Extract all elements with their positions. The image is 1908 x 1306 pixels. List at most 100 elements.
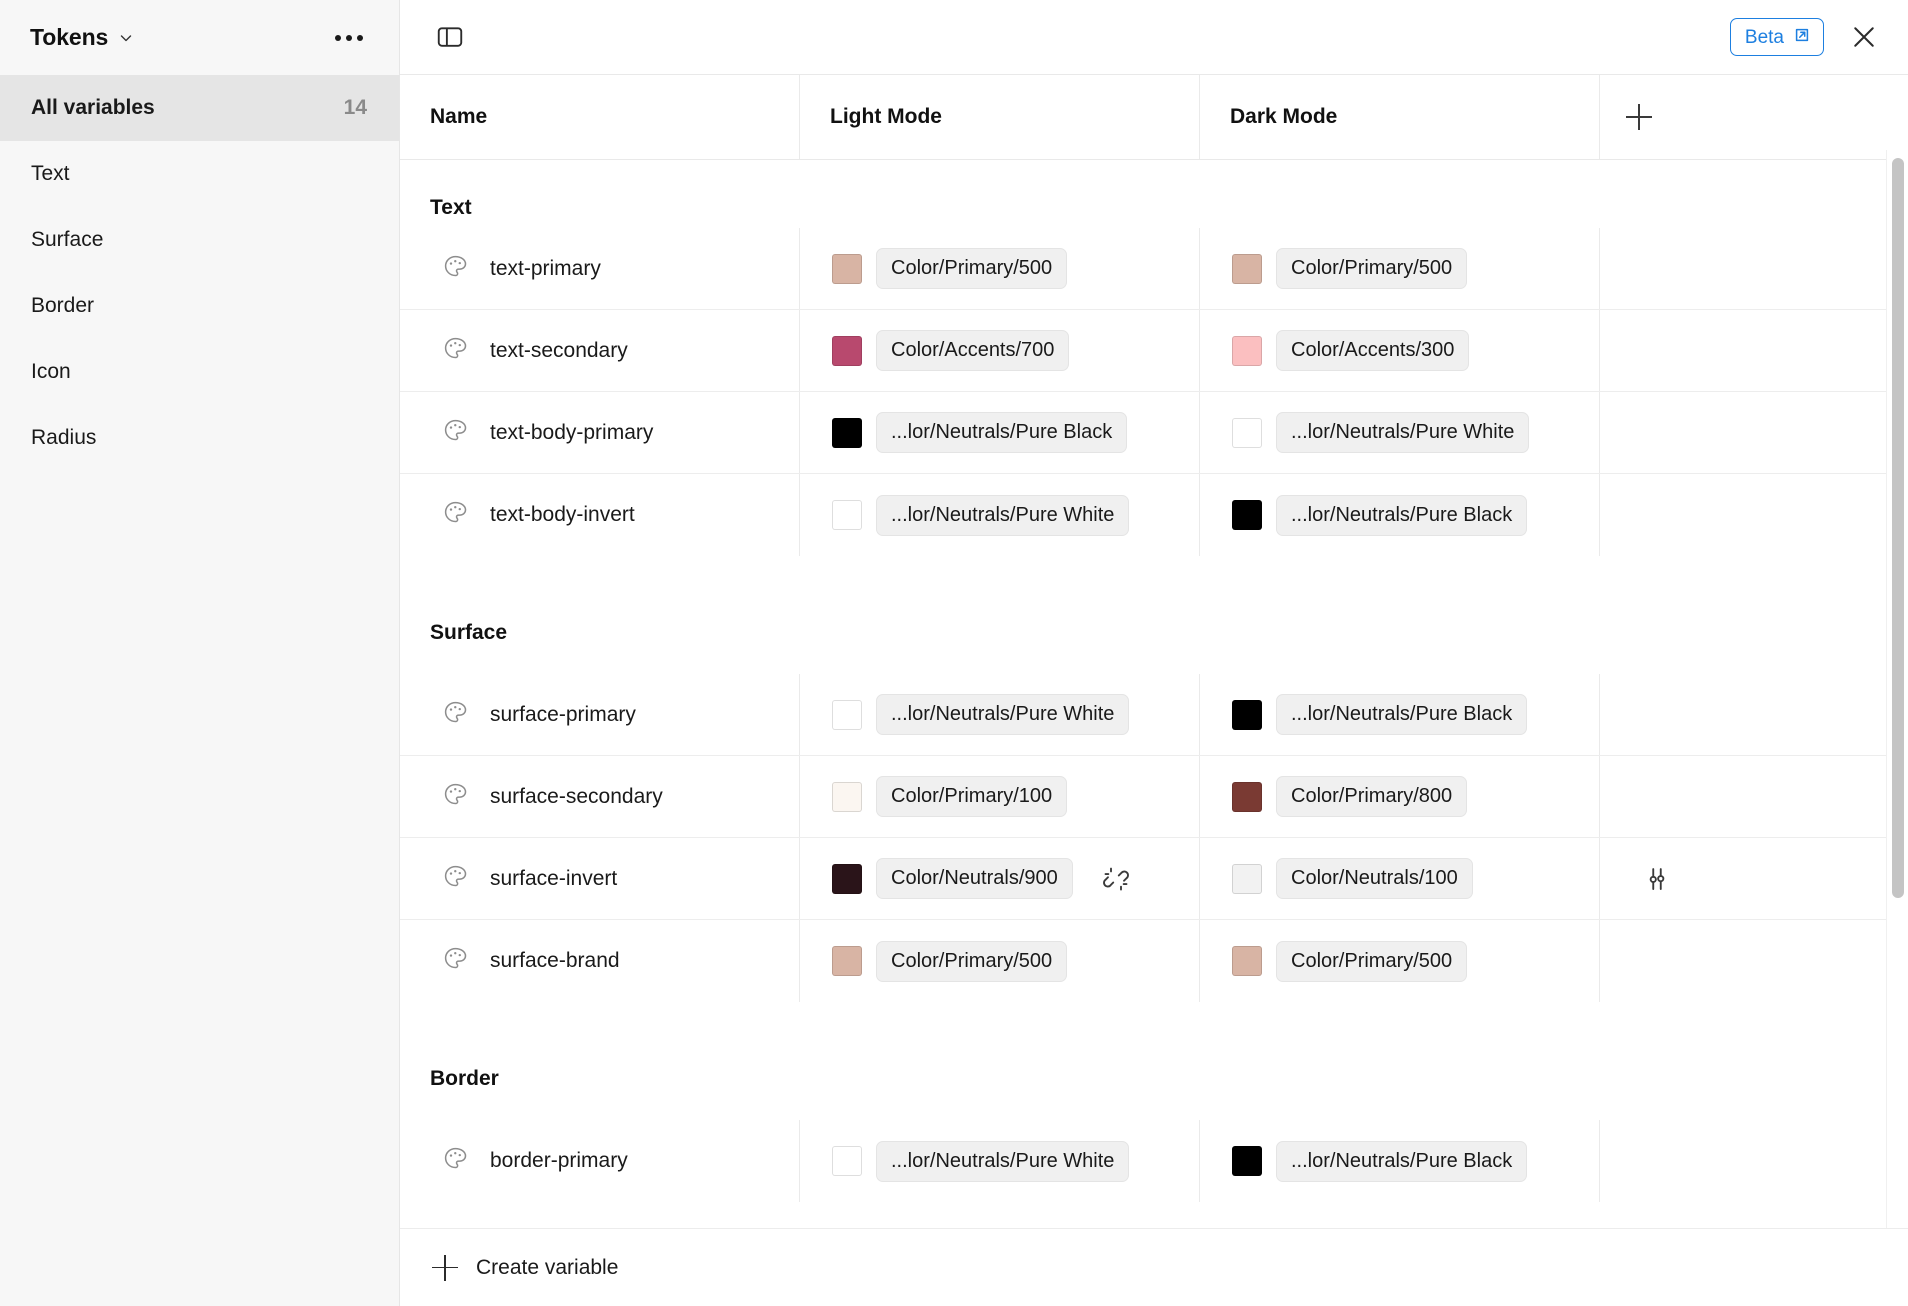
sidebar-item-radius[interactable]: Radius <box>0 405 399 471</box>
vertical-scrollbar[interactable] <box>1886 150 1908 1228</box>
external-link-icon <box>1793 26 1811 48</box>
dark-mode-cell[interactable]: Color/Primary/500 <box>1200 920 1600 1002</box>
sidebar-panel-toggle-icon[interactable] <box>428 15 472 59</box>
beta-badge[interactable]: Beta <box>1729 18 1824 56</box>
light-mode-cell[interactable]: ...lor/Neutrals/Pure White <box>800 474 1200 556</box>
sidebar-item-surface[interactable]: Surface <box>0 207 399 273</box>
variable-value-chip[interactable]: Color/Primary/500 <box>876 248 1068 289</box>
color-swatch[interactable] <box>1232 946 1262 976</box>
variable-value-chip[interactable]: Color/Primary/500 <box>1276 940 1468 982</box>
sidebar-item-count: 14 <box>343 96 367 119</box>
column-header-light-mode[interactable]: Light Mode <box>800 75 1200 159</box>
color-swatch[interactable] <box>832 417 862 448</box>
color-swatch[interactable] <box>832 500 862 530</box>
dark-mode-cell[interactable]: Color/Primary/800 <box>1200 756 1600 837</box>
variable-value-chip[interactable]: Color/Accents/300 <box>1276 330 1470 371</box>
row-name-cell[interactable]: text-primary <box>400 228 800 309</box>
table-row[interactable]: text-body-invert ...lor/Neutrals/Pure Wh… <box>400 474 1908 556</box>
sidebar-item-border[interactable]: Border <box>0 273 399 339</box>
color-swatch[interactable] <box>832 699 862 730</box>
light-mode-cell[interactable]: ...lor/Neutrals/Pure Black <box>800 392 1200 473</box>
table-row[interactable]: border-primary ...lor/Neutrals/Pure Whit… <box>400 1120 1908 1202</box>
variable-value-chip[interactable]: Color/Primary/800 <box>1276 776 1468 817</box>
color-swatch[interactable] <box>1232 417 1262 448</box>
more-horizontal-icon[interactable] <box>329 27 369 49</box>
variable-value-chip[interactable]: ...lor/Neutrals/Pure Black <box>876 412 1128 453</box>
light-mode-cell[interactable]: ...lor/Neutrals/Pure White <box>800 1120 1200 1202</box>
light-mode-cell[interactable]: Color/Neutrals/900 <box>800 838 1200 919</box>
variable-value-chip[interactable]: ...lor/Neutrals/Pure White <box>876 494 1130 536</box>
table-row[interactable]: surface-brand Color/Primary/500 Color/Pr… <box>400 920 1908 1002</box>
palette-icon <box>442 781 469 813</box>
row-name-cell[interactable]: text-body-invert <box>400 474 800 556</box>
dark-mode-cell[interactable]: ...lor/Neutrals/Pure Black <box>1200 474 1600 556</box>
row-name-cell[interactable]: text-body-primary <box>400 392 800 473</box>
unlink-icon[interactable] <box>1099 862 1133 896</box>
create-variable-button[interactable]: Create variable <box>400 1228 1908 1306</box>
variable-value-chip[interactable]: Color/Primary/500 <box>1276 248 1468 289</box>
table-row[interactable]: surface-primary ...lor/Neutrals/Pure Whi… <box>400 674 1908 756</box>
color-swatch[interactable] <box>832 863 862 894</box>
color-swatch[interactable] <box>1232 781 1262 812</box>
color-swatch[interactable] <box>1232 863 1262 894</box>
dark-mode-cell[interactable]: ...lor/Neutrals/Pure Black <box>1200 674 1600 755</box>
row-name-cell[interactable]: text-secondary <box>400 310 800 391</box>
variable-value-chip[interactable]: Color/Neutrals/100 <box>1276 858 1473 899</box>
toolbar: Beta <box>400 0 1908 75</box>
color-swatch[interactable] <box>1232 335 1262 366</box>
variable-value-chip[interactable]: Color/Primary/500 <box>876 940 1068 982</box>
light-mode-cell[interactable]: ...lor/Neutrals/Pure White <box>800 674 1200 755</box>
light-mode-cell[interactable]: Color/Primary/500 <box>800 920 1200 1002</box>
sliders-icon[interactable] <box>1640 862 1674 896</box>
table-row[interactable]: text-secondary Color/Accents/700 Color/A… <box>400 310 1908 392</box>
sidebar-item-icon[interactable]: Icon <box>0 339 399 405</box>
variable-value-chip[interactable]: ...lor/Neutrals/Pure Black <box>1276 494 1528 536</box>
light-mode-cell[interactable]: Color/Primary/100 <box>800 756 1200 837</box>
color-swatch[interactable] <box>1232 500 1262 530</box>
row-name-cell[interactable]: surface-secondary <box>400 756 800 837</box>
light-mode-cell[interactable]: Color/Primary/500 <box>800 228 1200 309</box>
row-name-cell[interactable]: border-primary <box>400 1120 800 1202</box>
color-swatch[interactable] <box>832 946 862 976</box>
sidebar-item-all-variables[interactable]: All variables 14 <box>0 75 399 141</box>
variable-value-chip[interactable]: Color/Primary/100 <box>876 776 1068 817</box>
dark-mode-cell[interactable]: ...lor/Neutrals/Pure White <box>1200 392 1600 473</box>
variable-value-chip[interactable]: Color/Accents/700 <box>876 330 1070 371</box>
color-swatch[interactable] <box>832 335 862 366</box>
close-icon[interactable] <box>1842 15 1886 59</box>
color-swatch[interactable] <box>832 1146 862 1176</box>
table-row[interactable]: surface-invert Color/Neutrals/900 Color/… <box>400 838 1908 920</box>
variable-value-chip[interactable]: ...lor/Neutrals/Pure White <box>1276 412 1530 453</box>
variable-value-chip[interactable]: ...lor/Neutrals/Pure Black <box>1276 1140 1528 1182</box>
group-header-surface: Surface <box>430 621 508 644</box>
color-swatch[interactable] <box>832 781 862 812</box>
row-name-cell[interactable]: surface-primary <box>400 674 800 755</box>
table-row[interactable]: text-primary Color/Primary/500 Color/Pri… <box>400 228 1908 310</box>
table-row[interactable]: surface-secondary Color/Primary/100 Colo… <box>400 756 1908 838</box>
table-row[interactable]: text-body-primary ...lor/Neutrals/Pure B… <box>400 392 1908 474</box>
row-name-cell[interactable]: surface-brand <box>400 920 800 1002</box>
column-header-name[interactable]: Name <box>400 75 800 159</box>
light-mode-cell[interactable]: Color/Accents/700 <box>800 310 1200 391</box>
dark-mode-cell[interactable]: Color/Accents/300 <box>1200 310 1600 391</box>
variable-value-chip[interactable]: ...lor/Neutrals/Pure Black <box>1276 694 1528 735</box>
variable-value-chip[interactable]: ...lor/Neutrals/Pure White <box>876 1140 1130 1182</box>
color-swatch[interactable] <box>1232 253 1262 284</box>
dark-mode-cell[interactable]: Color/Neutrals/100 <box>1200 838 1600 919</box>
variable-name: text-body-primary <box>490 420 654 444</box>
color-swatch[interactable] <box>1232 699 1262 730</box>
variable-value-chip[interactable]: Color/Neutrals/900 <box>876 858 1073 899</box>
color-swatch[interactable] <box>832 253 862 284</box>
color-swatch[interactable] <box>1232 1146 1262 1176</box>
collection-selector[interactable]: Tokens <box>30 24 134 51</box>
column-header-dark-mode[interactable]: Dark Mode <box>1200 75 1600 159</box>
variable-value-chip[interactable]: ...lor/Neutrals/Pure White <box>876 694 1130 735</box>
dark-mode-cell[interactable]: ...lor/Neutrals/Pure Black <box>1200 1120 1600 1202</box>
sidebar-item-text[interactable]: Text <box>0 141 399 207</box>
add-mode-plus-icon[interactable] <box>1626 104 1652 130</box>
chevron-down-icon <box>118 30 134 46</box>
scrollbar-thumb[interactable] <box>1892 158 1904 898</box>
row-name-cell[interactable]: surface-invert <box>400 838 800 919</box>
dark-mode-cell[interactable]: Color/Primary/500 <box>1200 228 1600 309</box>
